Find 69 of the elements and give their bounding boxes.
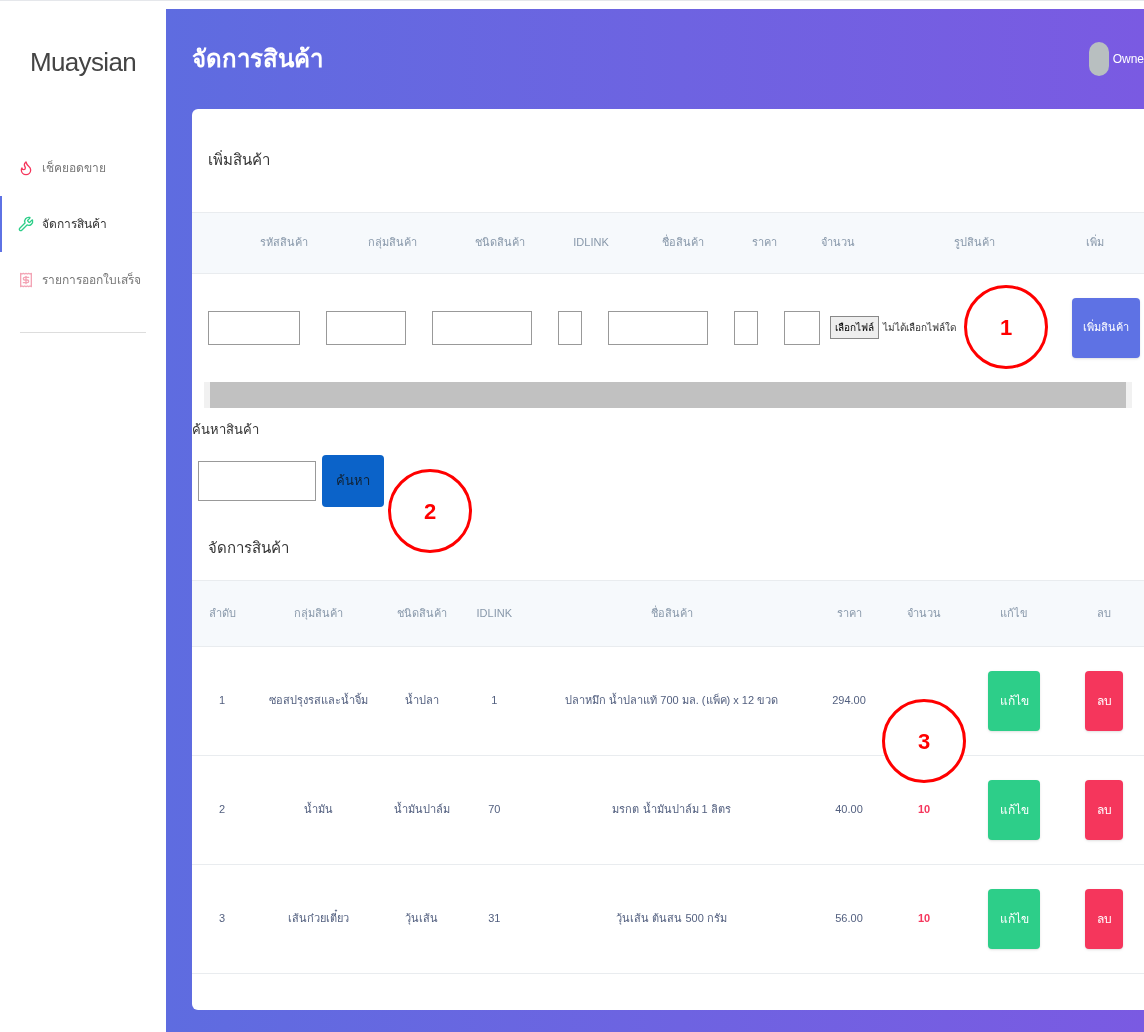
add-product-button[interactable]: เพิ่มสินค้า	[1072, 297, 1140, 358]
column-header: ชนิดสินค้า	[384, 580, 460, 646]
column-header: กลุ่มสินค้า	[252, 580, 385, 646]
edit-button[interactable]: แก้ไข	[988, 888, 1040, 949]
column-header: ราคา	[750, 235, 778, 251]
delete-button[interactable]: ลบ	[1085, 670, 1123, 731]
input-field[interactable]	[432, 310, 532, 345]
table-cell: น้ำมันปาล์ม	[384, 755, 460, 864]
wrench-icon	[18, 216, 34, 232]
user-name: Owne	[1112, 51, 1144, 68]
brand-logo: Muaysian	[28, 46, 138, 79]
delete-button[interactable]: ลบ	[1085, 888, 1123, 949]
file-choose-button[interactable]: เลือกไฟล์	[830, 316, 879, 339]
flame-icon	[18, 160, 34, 176]
file-status: ไม่ได้เลือกไฟล์ใด	[883, 321, 956, 335]
column-header: IDLINK	[572, 235, 610, 251]
table-cell: 2	[192, 755, 252, 864]
table-cell: 1	[192, 646, 252, 755]
table-cell: ปลาหมึก น้ำปลาแท้ 700 มล. (แพ็ค) x 12 ขวด	[529, 646, 814, 755]
column-header: IDLINK	[459, 580, 530, 646]
section-title: จัดการสินค้า	[207, 538, 290, 558]
column-header: รหัสสินค้า	[259, 235, 309, 251]
table-cell: มรกต น้ำมันปาล์ม 1 ลิตร	[529, 755, 814, 864]
quantity-text: 10	[917, 803, 931, 816]
column-header: รูปสินค้า	[952, 235, 996, 251]
input-field[interactable]	[208, 310, 300, 345]
delete-button[interactable]: ลบ	[1085, 779, 1123, 840]
sidebar-item[interactable]: รายการออกใบเสร็จ	[0, 252, 166, 308]
price-text: 56.00	[835, 912, 863, 925]
input-field[interactable]	[784, 310, 820, 345]
table-cell: วุ้นเส้น ต้นสน 500 กรัม	[529, 864, 814, 973]
edit-button[interactable]: แก้ไข	[988, 779, 1040, 840]
horizontal-scrollbar[interactable]	[204, 381, 1132, 408]
input-field[interactable]	[558, 310, 582, 345]
page-title: จัดการสินค้า	[192, 44, 323, 74]
column-header: จำนวน	[820, 235, 856, 251]
table-cell: น้ำมัน	[252, 755, 385, 864]
input-field[interactable]	[326, 310, 406, 345]
table-cell: 70	[459, 755, 530, 864]
input-field[interactable]	[608, 310, 708, 345]
receipt-icon	[18, 272, 34, 288]
column-header: จำนวน	[884, 580, 964, 646]
table-cell: เส้นก๋วยเตี๋ยว	[252, 864, 385, 973]
edit-button[interactable]: แก้ไข	[988, 670, 1040, 731]
table-cell: น้ำปลา	[384, 646, 460, 755]
table-cell: ซอสปรุงรสและน้ำจิ้ม	[252, 646, 385, 755]
column-header: ลำดับ	[192, 580, 252, 646]
table-cell: 3	[192, 864, 252, 973]
column-header: ชื่อสินค้า	[529, 580, 814, 646]
search-field[interactable]	[198, 461, 316, 501]
avatar	[1088, 42, 1109, 76]
section-title: เพิ่มสินค้า	[207, 149, 271, 170]
table-cell: 31	[459, 864, 530, 973]
quantity-text: 10	[917, 912, 931, 925]
column-header: ชนิดสินค้า	[474, 235, 526, 251]
price-text: 40.00	[835, 803, 863, 816]
column-header: ลบ	[1064, 580, 1144, 646]
column-header: กลุ่มสินค้า	[366, 235, 418, 251]
search-button[interactable]: ค้นหา	[322, 455, 384, 507]
column-header: แก้ไข	[964, 580, 1064, 646]
column-header: เพิ่ม	[1085, 234, 1105, 251]
table-cell: วุ้นเส้น	[384, 864, 460, 973]
column-header: ชื่อสินค้า	[661, 234, 705, 251]
search-label: ค้นหาสินค้า	[192, 420, 259, 439]
table-cell: 1	[459, 646, 530, 755]
input-field[interactable]	[734, 310, 758, 345]
price-text: 294.00	[832, 694, 866, 707]
sidebar-item[interactable]: เช็คยอดขาย	[0, 140, 166, 196]
column-header: ราคา	[814, 580, 884, 646]
